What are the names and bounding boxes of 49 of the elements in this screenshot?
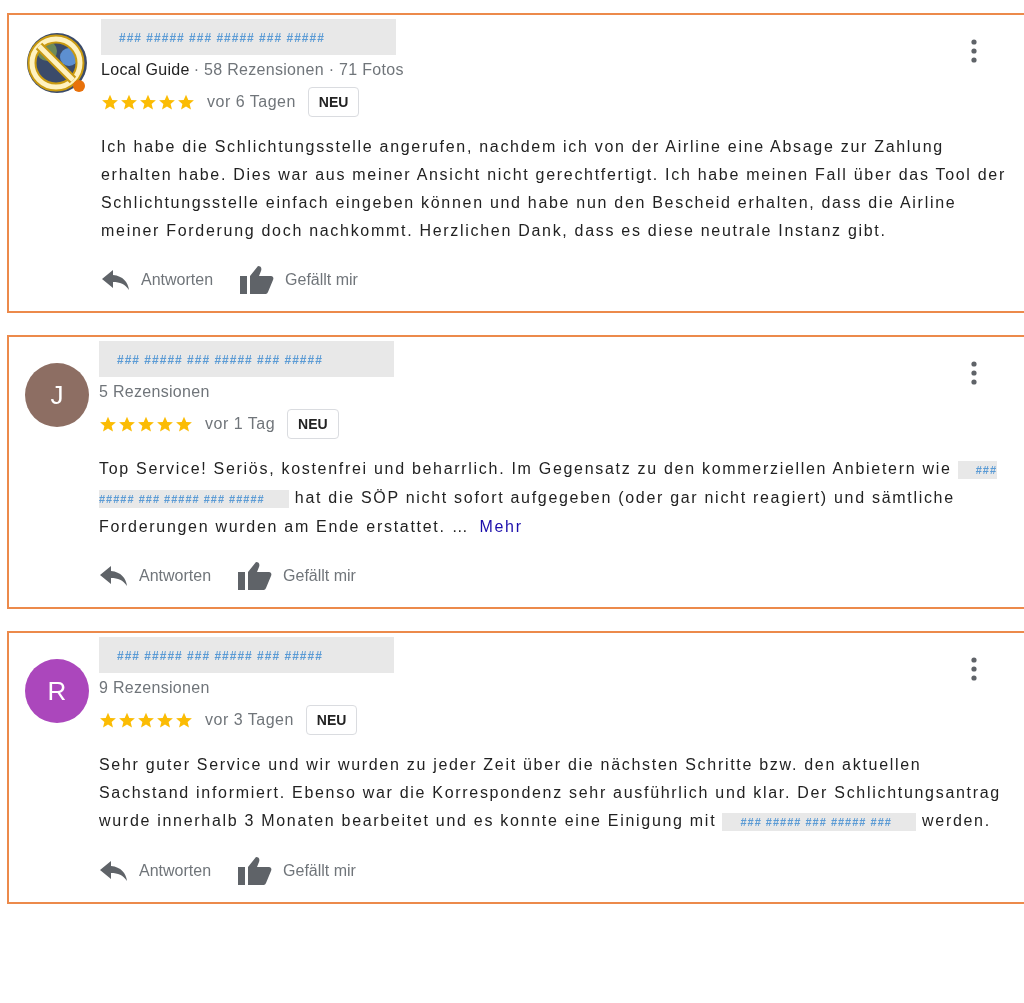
thumbs-up-icon (237, 561, 274, 591)
redacted-name[interactable]: ### ##### ### ##### ### ##### (99, 341, 394, 377)
star-icon (101, 93, 119, 111)
star-icon (99, 711, 117, 729)
reply-button[interactable]: Antworten (101, 269, 214, 291)
reply-icon (99, 860, 129, 882)
star-icon (175, 711, 193, 729)
more-options-icon[interactable] (971, 657, 977, 681)
star-icon (175, 415, 193, 433)
avatar: J (25, 363, 89, 427)
more-options-icon[interactable] (971, 361, 977, 385)
avatar: R (25, 659, 89, 723)
star-icon (177, 93, 195, 111)
review-text: Sehr guter Service und wir wurden zu jeder Zeit über die nächsten Schritte bzw. den aktuellen Sachstand informiert. Ebenso war die Korrespondenz sehr ausführlich und klar. Der Schlichtungsantrag wurde innerhalb 3 Monaten bearbeitet und es konnte eine Einigung mit ### ##### ### ##### ### werden. (99, 755, 1002, 833)
reply-button[interactable]: Antworten (99, 565, 212, 587)
like-button[interactable]: Gefällt mir (239, 265, 358, 295)
like-button[interactable]: Gefällt mir (237, 561, 356, 591)
more-link[interactable]: Mehr (479, 518, 523, 535)
more-options-icon[interactable] (971, 39, 977, 63)
redacted-name[interactable]: ### ##### ### ##### ### ##### (99, 637, 394, 673)
star-icon (118, 415, 136, 433)
star-icon (137, 415, 155, 433)
review-text: Top Service! Seriös, kostenfrei und beharrlich. Im Gegensatz zu den kommerziellen Anbietern wie ### ##### ### ##### ### ##### hat die SÖP nicht sofort aufgegeben (oder gar nicht reagiert) und sämtliche Forderungen wurden am Ende erstattet. … Mehr (99, 459, 999, 537)
reply-icon (99, 565, 129, 587)
reviewer-meta: 5 Rezensionen (99, 383, 210, 401)
like-button[interactable]: Gefällt mir (237, 856, 356, 886)
new-badge: NEU (287, 409, 339, 439)
star-icon (156, 711, 174, 729)
star-icon (118, 711, 136, 729)
review-time: vor 1 Tag (205, 415, 276, 433)
review-time: vor 6 Tagen (207, 93, 296, 111)
thumbs-up-icon (239, 265, 276, 295)
new-badge: NEU (307, 87, 360, 117)
reviewer-meta: 9 Rezensionen (99, 679, 210, 697)
redacted-name[interactable]: ### ##### ### ##### ### ##### (101, 19, 396, 55)
local-guide-label: Local Guide (101, 61, 190, 79)
reply-button[interactable]: Antworten (99, 860, 212, 882)
star-icon (120, 93, 138, 111)
new-badge: NEU (305, 705, 358, 735)
star-icon (139, 93, 157, 111)
reviewer-meta: · 58 Rezensionen · 71 Fotos (193, 61, 404, 79)
review-text: Ich habe die Schlichtungsstelle angerufen, nachdem ich von der Airline eine Absage zur Zahlung erhalten habe. Dies war aus meiner Ansicht nicht gerechtfertigt. Ich habe meinen Fall über das Tool der Schlichtungsstelle einfach eingeben können und habe nun den Bescheid erhalten, dass die Airline meiner Forderung doch nachkommt. Herzlichen Dank, dass es diese neutrale Instanz gibt. (101, 137, 1006, 241)
star-icon (156, 415, 174, 433)
review-time: vor 3 Tagen (205, 711, 294, 729)
star-icon (99, 415, 117, 433)
star-icon (137, 711, 155, 729)
star-icon (158, 93, 176, 111)
reply-icon (101, 269, 131, 291)
thumbs-up-icon (237, 856, 274, 886)
